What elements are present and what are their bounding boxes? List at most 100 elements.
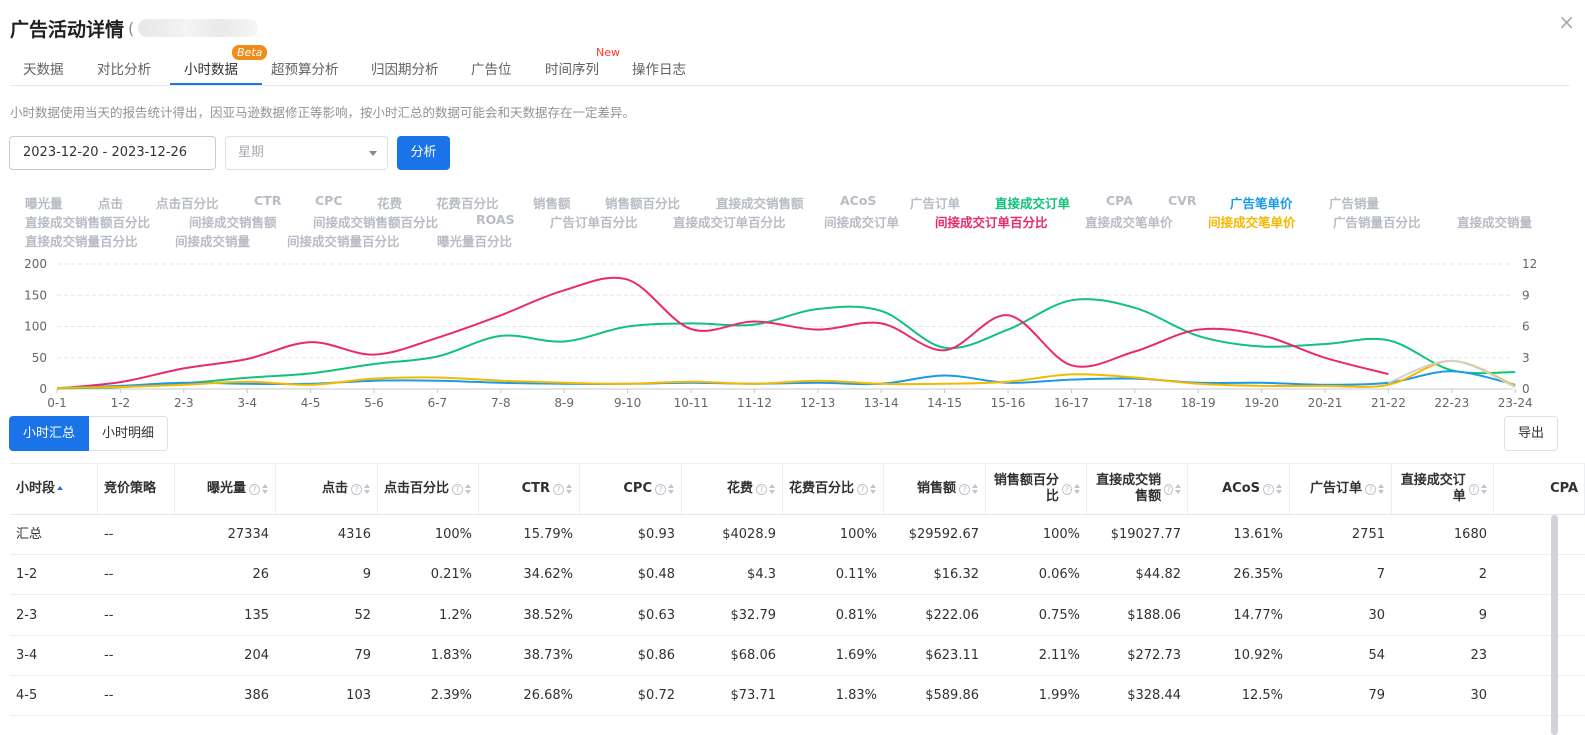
metric-toggle[interactable]: ACoS [840,193,876,208]
question-icon[interactable]: ? [756,483,767,495]
metric-toggle[interactable]: 销售额 [533,193,571,212]
hourly-summary-button[interactable]: 小时汇总 [9,416,90,451]
question-icon[interactable]: ? [249,483,260,495]
metric-toggle[interactable]: 广告销量百分比 [1333,212,1421,231]
table-cell: 38.73% [523,647,573,663]
column-header[interactable]: 点击? [276,464,378,514]
tab-operation-log[interactable]: 操作日志 [632,58,686,78]
y-right-tick-label: 9 [1522,288,1530,302]
metric-toggle[interactable]: CPA [1106,193,1133,208]
question-icon[interactable]: ? [857,483,868,495]
sort-icon[interactable] [668,484,675,494]
question-icon[interactable]: ? [1263,483,1274,495]
metric-toggle[interactable]: 间接成交订单百分比 [935,212,1048,231]
metric-toggle[interactable]: CVR [1168,193,1196,208]
column-header[interactable]: 花费? [682,464,783,514]
question-icon[interactable]: ? [452,483,463,495]
sort-icon[interactable] [769,484,776,494]
metric-toggle[interactable]: 间接成交销售额百分比 [313,212,438,231]
metric-toggle[interactable]: CTR [254,193,281,208]
metric-toggle[interactable]: 直接成交销售额 [716,193,804,212]
metric-toggle[interactable]: 间接成交销售额 [189,212,277,231]
chevron-down-icon [369,151,377,156]
table-cell: 135 [244,607,269,623]
analyze-button[interactable]: 分析 [397,136,450,170]
tab-over-budget[interactable]: 超预算分析 [271,58,339,78]
column-header[interactable]: 点击百分比? [378,464,479,514]
metric-toggle[interactable]: 点击百分比 [156,193,219,212]
y-right-tick-label: 12 [1522,257,1537,271]
sort-icon[interactable] [1480,484,1487,494]
metric-toggle[interactable]: 间接成交笔单价 [1208,212,1296,231]
sort-icon[interactable] [870,484,877,494]
date-range-picker[interactable]: 2023-12-20 - 2023-12-26 [9,136,216,170]
sort-icon[interactable] [1276,484,1283,494]
weekday-select[interactable]: 星期 [225,136,388,170]
x-tick-label: 15-16 [991,396,1026,410]
sort-icon[interactable] [262,484,269,494]
question-icon[interactable]: ? [655,483,666,495]
tab-hourly[interactable]: 小时数据 [184,58,238,78]
column-header: 竞价策略 [98,464,175,514]
metric-toggle[interactable]: 曝光量百分比 [437,231,512,250]
sort-icon[interactable] [465,484,472,494]
question-icon[interactable]: ? [553,483,564,495]
metric-toggle[interactable]: 曝光量 [25,193,63,212]
column-header[interactable]: CTR? [479,464,580,514]
metric-toggle[interactable]: 间接成交订单 [824,212,899,231]
column-header[interactable]: 广告订单? [1290,464,1392,514]
column-header[interactable]: ACoS? [1188,464,1290,514]
metric-toggle[interactable]: 广告销量 [1329,193,1379,212]
metric-toggle[interactable]: 直接成交笔单价 [1085,212,1173,231]
sort-icon[interactable] [1073,484,1080,494]
column-header[interactable]: 直接成交订单? [1392,464,1494,514]
metric-toggle[interactable]: 花费百分比 [436,193,499,212]
table-scrollbar[interactable] [1551,515,1558,735]
hourly-line-chart: 0 50 100 150 200 0 3 6 9 12 0-1 1-2 2-3 3-4 4-5 5-6 6-… [24,257,1537,410]
metric-toggle[interactable]: 广告笔单价 [1230,193,1293,212]
column-header-label: 曝光量 [206,481,246,496]
column-header[interactable]: 销售额? [884,464,986,514]
metric-toggle[interactable]: 直接成交订单 [995,193,1070,212]
metric-toggle[interactable]: 销售额百分比 [605,193,680,212]
question-icon[interactable]: ? [959,483,970,495]
metric-toggle[interactable]: CPC [315,193,343,208]
metric-toggle[interactable]: 点击 [98,193,123,212]
sort-icon[interactable] [1175,484,1181,494]
metric-toggle[interactable]: 直接成交销量百分比 [25,231,138,250]
export-button[interactable]: 导出 [1504,416,1558,451]
question-icon[interactable]: ? [1061,483,1072,495]
tab-attribution[interactable]: 归因期分析 [371,58,439,78]
question-icon[interactable]: ? [1468,483,1479,495]
tab-time-series[interactable]: 时间序列 [545,58,599,78]
column-header[interactable]: 曝光量? [175,464,276,514]
column-header[interactable]: 小时段 [10,464,98,514]
sort-icon[interactable] [364,484,371,494]
metric-toggle[interactable]: 广告订单 [910,193,960,212]
hourly-detail-button[interactable]: 小时明细 [89,416,169,451]
metric-toggle[interactable]: 间接成交销量百分比 [287,231,400,250]
tab-placement[interactable]: 广告位 [471,58,512,78]
question-icon[interactable]: ? [1164,483,1173,495]
question-icon[interactable]: ? [351,483,362,495]
metric-toggle[interactable]: 直接成交销量 [1457,212,1532,231]
sort-icon[interactable] [566,484,573,494]
column-header[interactable]: 销售额百分比? [986,464,1087,514]
sort-icon[interactable] [1378,484,1385,494]
column-header[interactable]: 直接成交销售额? [1087,464,1188,514]
metric-toggle[interactable]: 直接成交销售额百分比 [25,212,150,231]
question-icon[interactable]: ? [1365,483,1376,495]
metric-toggle[interactable]: ROAS [476,212,515,227]
table-cell: 2.39% [430,688,472,704]
metric-toggle[interactable]: 花费 [377,193,402,212]
metric-toggle[interactable]: 直接成交订单百分比 [673,212,786,231]
column-header[interactable]: 花费百分比? [783,464,884,514]
close-icon[interactable]: × [1558,10,1575,34]
column-header[interactable]: CPC? [580,464,682,514]
metric-toggle[interactable]: 广告订单百分比 [550,212,638,231]
metric-toggle[interactable]: 间接成交销量 [175,231,250,250]
sort-icon[interactable] [972,484,979,494]
tab-compare[interactable]: 对比分析 [97,58,151,78]
sort-icon[interactable] [57,486,64,492]
tab-daily[interactable]: 天数据 [23,58,64,78]
